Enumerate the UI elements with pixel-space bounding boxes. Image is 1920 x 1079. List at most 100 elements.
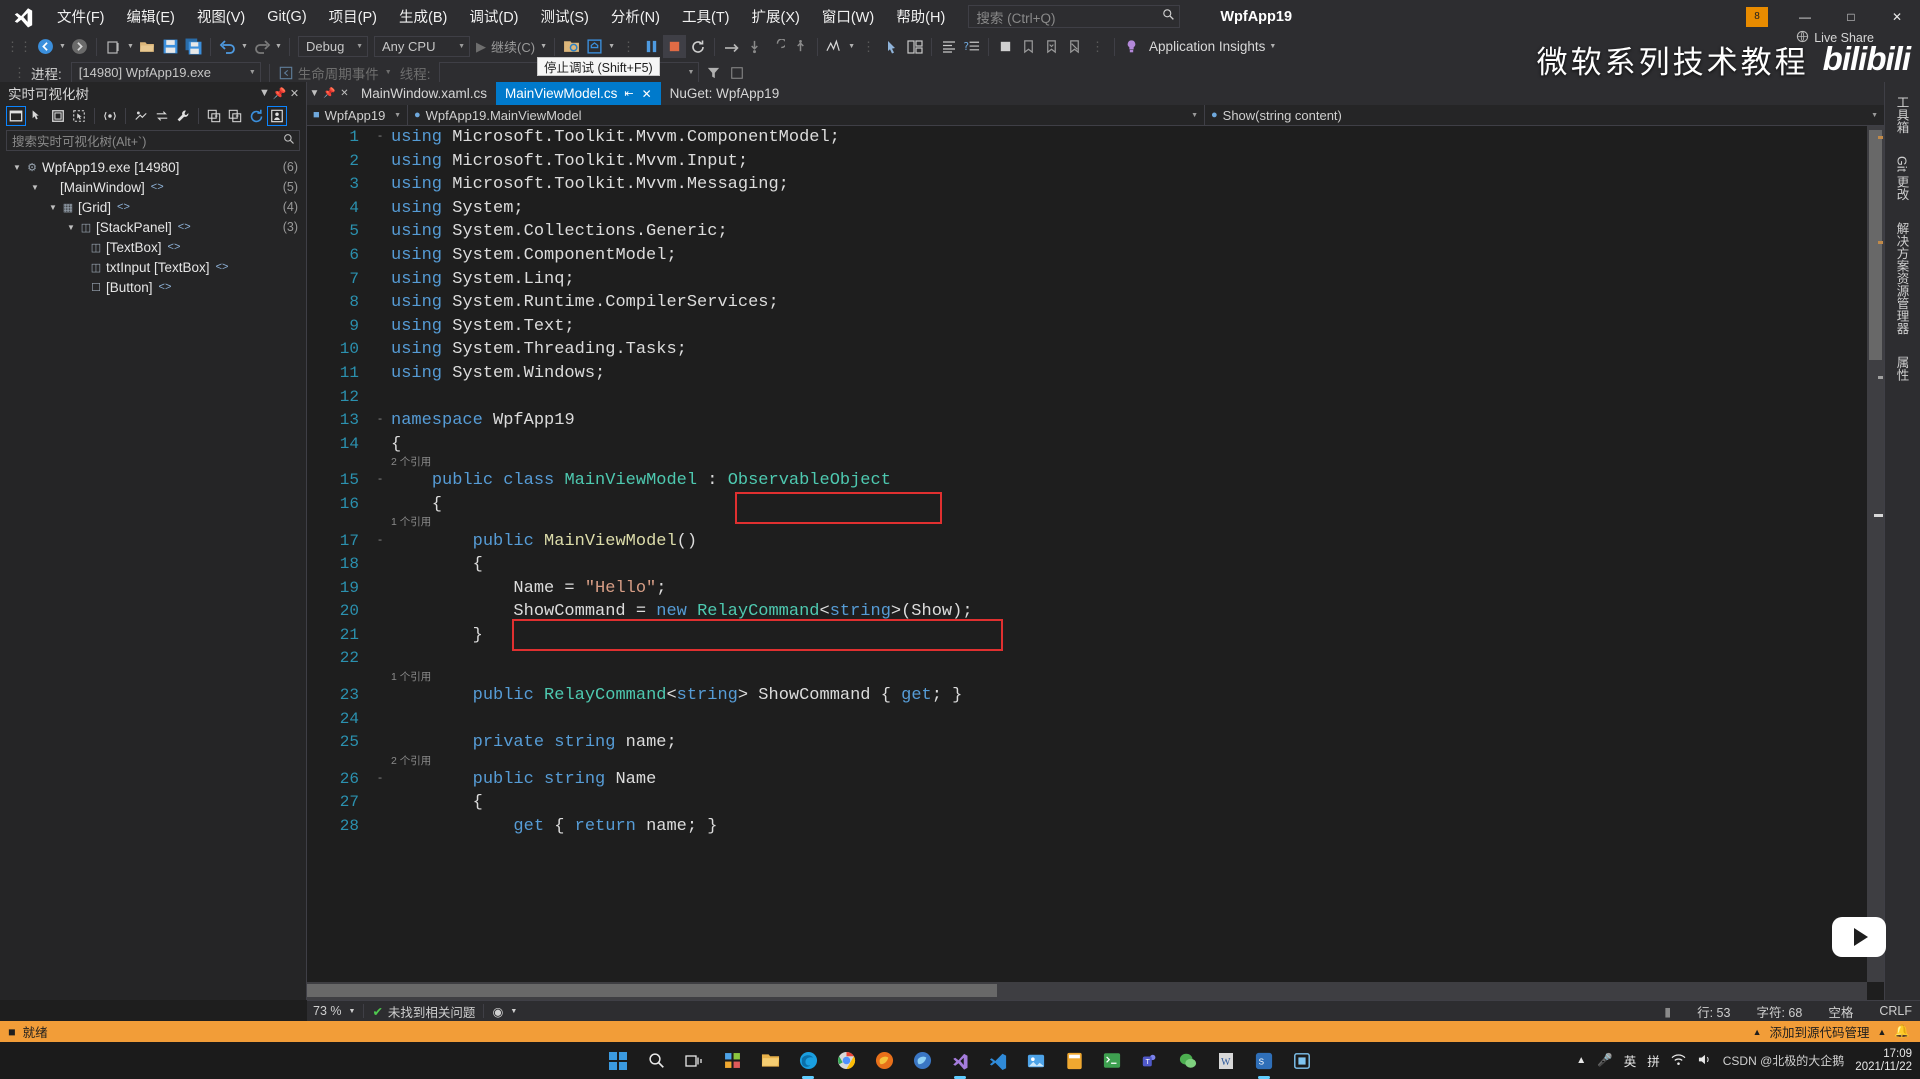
code-line[interactable]: 10 using System.Threading.Tasks; (307, 338, 1884, 362)
code-line[interactable]: 3 using Microsoft.Toolkit.Mvvm.Messaging; (307, 173, 1884, 197)
stack-frame-list-icon[interactable] (725, 61, 748, 84)
code-line[interactable]: 15- public class MainViewModel : Observa… (307, 469, 1884, 493)
save-all-icon[interactable] (182, 35, 205, 58)
bookmark-icon[interactable] (994, 35, 1017, 58)
live-share-button[interactable]: Live Share (1796, 30, 1874, 46)
clear-bookmarks-icon[interactable] (1063, 35, 1086, 58)
fold-toggle-icon[interactable]: - (369, 469, 391, 493)
caret-up-icon[interactable]: ▲ (1753, 1027, 1762, 1037)
photos-icon[interactable] (1022, 1047, 1050, 1075)
search-icon[interactable] (642, 1047, 670, 1075)
continue-button[interactable]: ▶ 继续(C) (473, 37, 538, 56)
maximize-icon[interactable]: □ (1828, 0, 1874, 33)
snipping-tool-icon[interactable] (1288, 1047, 1316, 1075)
preview-selection-icon[interactable] (100, 106, 120, 126)
menu-file[interactable]: 文件(F) (46, 0, 116, 33)
code-line[interactable]: 25 private string name; (307, 731, 1884, 755)
redo-icon[interactable] (250, 35, 273, 58)
stop-debugging-icon[interactable] (663, 35, 687, 58)
menu-extensions[interactable]: 扩展(X) (741, 0, 811, 33)
tree-row-grid[interactable]: ▼ ▦ [Grid] <> (4) (0, 197, 306, 217)
indent-icon[interactable] (937, 35, 960, 58)
eol-label[interactable]: CRLF (1879, 1004, 1912, 1018)
navbar-project-select[interactable]: ■ WpfApp19 ▼ (307, 105, 407, 126)
navigate-back-icon[interactable] (34, 35, 57, 58)
navigate-forward-icon[interactable] (68, 35, 91, 58)
teams-icon[interactable]: T (1136, 1047, 1164, 1075)
continue-dropdown-icon[interactable]: ▼ (538, 35, 549, 58)
expander-icon[interactable]: ▼ (46, 203, 60, 212)
menu-view[interactable]: 视图(V) (186, 0, 256, 33)
code-line[interactable]: 27 { (307, 791, 1884, 815)
code-line[interactable]: 18 { (307, 553, 1884, 577)
code-line[interactable]: 17- public MainViewModel() (307, 530, 1884, 554)
menu-test[interactable]: 测试(S) (530, 0, 600, 33)
code-line[interactable]: 22 (307, 647, 1884, 671)
rail-item-toolbox[interactable]: 工具箱 (1894, 88, 1912, 142)
menu-git[interactable]: Git(G) (256, 0, 317, 33)
stack-frame-icon[interactable] (275, 61, 298, 84)
spaces-label[interactable]: 空格 (1828, 1002, 1853, 1021)
code-chevron-icon[interactable]: <> (151, 181, 164, 193)
save-icon[interactable] (159, 35, 182, 58)
step-over-icon[interactable] (720, 35, 743, 58)
clock[interactable]: 17:09 2021/11/22 (1855, 1048, 1912, 1074)
new-project-dropdown-icon[interactable]: ▼ (125, 35, 136, 58)
volume-icon[interactable] (1697, 1053, 1712, 1069)
menu-window[interactable]: 窗口(W) (811, 0, 885, 33)
settings-icon[interactable]: S (1250, 1047, 1278, 1079)
navigate-back-dropdown-icon[interactable]: ▼ (57, 35, 68, 58)
close-icon[interactable]: ✕ (642, 87, 652, 101)
expander-icon[interactable]: ▼ (10, 163, 24, 172)
menu-debug[interactable]: 调试(D) (458, 0, 529, 33)
select-element-icon[interactable] (27, 106, 47, 126)
tree-row-button[interactable]: ☐ [Button] <> (0, 277, 306, 297)
terminal-icon[interactable] (1098, 1047, 1126, 1075)
fold-toggle-icon[interactable]: - (369, 530, 391, 554)
code-chevron-icon[interactable]: <> (168, 241, 181, 253)
swap-icon[interactable] (152, 106, 172, 126)
tab-mainwindow-xaml-cs[interactable]: MainWindow.xaml.cs (352, 82, 497, 105)
vscode-icon[interactable] (984, 1047, 1012, 1075)
menu-analyze[interactable]: 分析(N) (600, 0, 671, 33)
undo-dropdown-icon[interactable]: ▼ (239, 35, 250, 58)
chrome-icon[interactable] (832, 1047, 860, 1075)
tab-mainviewmodel-cs[interactable]: MainViewModel.cs ⇤ ✕ (496, 82, 661, 105)
tree-search-input[interactable]: 搜索实时可视化树(Alt+`) (6, 130, 300, 151)
editor-horizontal-scrollbar[interactable] (307, 982, 1867, 1000)
select-element-icon[interactable] (880, 35, 903, 58)
network-icon[interactable] (1671, 1053, 1686, 1069)
chevron-down-icon[interactable]: ▼ (385, 69, 392, 76)
expander-icon[interactable]: ▼ (64, 223, 78, 232)
tree-row-mainwindow[interactable]: ▼ [MainWindow] <> (5) (0, 177, 306, 197)
track-focus-icon[interactable] (69, 106, 89, 126)
restart-debugging-icon[interactable] (686, 35, 709, 58)
navbar-class-select[interactable]: ● WpfApp19.MainViewModel ▼ (407, 104, 1204, 126)
redo-dropdown-icon[interactable]: ▼ (273, 35, 284, 58)
fold-toggle-icon[interactable]: - (369, 409, 391, 433)
code-line[interactable]: 19 Name = "Hello"; (307, 577, 1884, 601)
close-icon[interactable]: ✕ (1874, 0, 1920, 33)
codelens-reference[interactable]: 1 个引用 (307, 671, 1884, 684)
code-line[interactable]: 1- using Microsoft.Toolkit.Mvvm.Component… (307, 126, 1884, 150)
navbar-member-select[interactable]: ● Show(string content) ▼ (1204, 104, 1884, 126)
properties-wrench-icon[interactable] (173, 106, 193, 126)
calculator-icon[interactable] (1060, 1047, 1088, 1075)
code-chevron-icon[interactable]: <> (178, 221, 191, 233)
bell-icon[interactable]: 🔔 (1894, 1024, 1910, 1039)
code-line[interactable]: 20 ShowCommand = new RelayCommand<string… (307, 600, 1884, 624)
edge-icon[interactable] (794, 1047, 822, 1079)
next-bookmark-icon[interactable] (1040, 35, 1063, 58)
wechat-icon[interactable] (1174, 1047, 1202, 1075)
chevron-down-icon[interactable]: ▼ (510, 1008, 517, 1015)
code-line[interactable]: 7 using System.Linq; (307, 268, 1884, 292)
menu-help[interactable]: 帮助(H) (885, 0, 956, 33)
collapse-all-icon[interactable] (225, 106, 245, 126)
code-line[interactable]: 13- namespace WpfApp19 (307, 409, 1884, 433)
code-line[interactable]: 24 (307, 708, 1884, 732)
close-icon[interactable]: ✕ (287, 84, 302, 102)
rail-item-solution-explorer[interactable]: 解决方案资源管理器 (1894, 214, 1912, 343)
pin-icon[interactable]: 📌 (272, 84, 287, 102)
menu-project[interactable]: 项目(P) (318, 0, 388, 33)
platform-select[interactable]: Any CPU ▼ (374, 36, 470, 57)
